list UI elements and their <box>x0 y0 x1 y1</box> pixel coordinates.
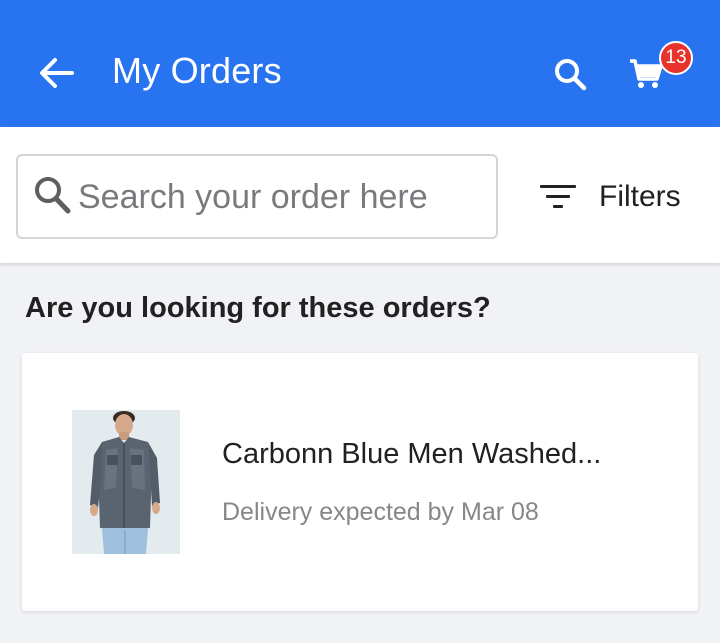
header-search-button[interactable] <box>548 52 592 96</box>
filter-icon <box>536 182 580 212</box>
search-input[interactable] <box>78 174 488 220</box>
status-bar-icons-cutoff: ▀▀▀▀▀▀▀▀▀▀ <box>540 0 639 5</box>
back-arrow-icon <box>40 58 74 88</box>
order-search-panel: Filters <box>0 127 720 263</box>
order-search-field[interactable] <box>16 154 498 239</box>
page-title: My Orders <box>112 50 282 91</box>
search-icon <box>35 177 71 214</box>
product-thumbnail <box>72 410 180 554</box>
filters-label: Filters <box>599 180 681 213</box>
status-bar-clock-cutoff: ▀▀▀▀ <box>40 0 80 5</box>
order-card[interactable]: Carbonn Blue Men Washed... Delivery expe… <box>22 353 698 611</box>
app-bar: My Orders 13 <box>0 16 720 127</box>
cart-icon <box>630 59 663 88</box>
search-icon <box>555 59 587 91</box>
order-product-title: Carbonn Blue Men Washed... <box>222 438 602 470</box>
back-button[interactable] <box>36 53 76 93</box>
order-delivery-status: Delivery expected by Mar 08 <box>222 498 539 526</box>
cart-count-badge: 13 <box>659 41 693 75</box>
status-bar: ▀▀▀▀ ▀▀▀▀▀▀▀▀▀▀ <box>0 0 720 16</box>
filters-button[interactable]: Filters <box>536 167 706 227</box>
suggested-orders-heading: Are you looking for these orders? <box>25 292 491 324</box>
